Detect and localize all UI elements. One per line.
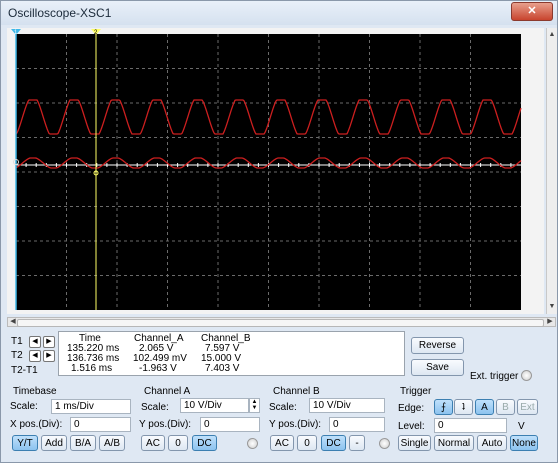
channel-b-ypos-field[interactable]: 0 [329,417,385,432]
t2-left-icon[interactable]: ◀ [29,350,41,362]
timebase-heading: Timebase [13,386,57,397]
title-bar: Oscilloscope-XSC1 ✕ [1,1,557,25]
channel-a-scale-spinner[interactable]: ▲ ▼ [249,398,260,413]
channel-b-ac-button[interactable]: AC [270,435,294,451]
rising-edge-icon[interactable]: ⨍ [434,399,453,415]
trigger-source-ext-button[interactable]: Ext [517,399,538,415]
trigger-auto-button[interactable]: Auto [477,435,507,451]
trigger-level-unit: V [518,421,525,432]
mode-add-button[interactable]: Add [41,435,67,451]
t1-left-icon[interactable]: ◀ [29,336,41,348]
delta-time: 1.516 ms [71,363,113,374]
t2-right-icon[interactable]: ▶ [43,350,55,362]
delta-channel-a: -1.963 V [139,363,177,374]
x-pos-label: X pos.(Div): [10,419,63,430]
scroll-right-icon[interactable]: ▶ [545,317,555,327]
t1-row-label: T1 [11,336,23,347]
channel-a-scale-field[interactable]: 10 V/Div [180,398,249,413]
trigger-none-button[interactable]: None [510,435,538,451]
channel-a-ypos-field[interactable]: 0 [200,417,260,432]
channel-a-ypos-label: Y pos.(Div): [139,419,192,430]
trigger-source-a-button[interactable]: A [475,399,494,415]
oscilloscope-screen[interactable]: 1 2 [7,28,544,314]
oscilloscope-window: Oscilloscope-XSC1 ✕ 1 2 ▲ ▼ ◀ ▶ T1 ◀ ▶ T… [0,0,558,463]
delta-channel-b: 7.403 V [205,363,240,374]
x-pos-field[interactable]: 0 [70,417,131,432]
mode-ab-button[interactable]: A/B [99,435,125,451]
trigger-level-label: Level: [398,421,425,432]
channel-a-scale-label: Scale: [141,402,169,413]
t1-right-icon[interactable]: ▶ [43,336,55,348]
scrollbar-thumb[interactable] [17,319,544,327]
channel-b-radio[interactable] [379,438,390,449]
trigger-source-b-button[interactable]: B [496,399,515,415]
close-button[interactable]: ✕ [511,2,553,21]
ext-trigger-radio[interactable] [521,370,532,381]
mode-yt-button[interactable]: Y/T [12,435,38,451]
channel-b-dc-button[interactable]: DC [321,435,346,451]
scroll-up-icon[interactable]: ▲ [547,30,557,40]
t2-row-label: T2 [11,350,23,361]
channel-b-heading: Channel B [273,386,320,397]
ext-trigger-label: Ext. trigger [470,371,519,382]
channel-a-dc-button[interactable]: DC [192,435,217,451]
trigger-level-field[interactable]: 0 [434,418,507,433]
save-button[interactable]: Save [411,359,464,376]
trigger-heading: Trigger [400,386,432,397]
reverse-button[interactable]: Reverse [411,337,464,354]
channel-a-zero-button[interactable]: 0 [168,435,188,451]
window-title: Oscilloscope-XSC1 [8,6,112,20]
channel-a-heading: Channel A [144,386,191,397]
channel-b-zero-button[interactable]: 0 [297,435,317,451]
channel-a-radio[interactable] [247,438,258,449]
trigger-normal-button[interactable]: Normal [434,435,474,451]
timebase-scale-field[interactable]: 1 ms/Div [51,399,131,414]
channel-b-ypos-label: Y pos.(Div): [269,419,322,430]
trigger-single-button[interactable]: Single [398,435,431,451]
horizontal-scrollbar[interactable]: ◀ ▶ [7,317,556,327]
mode-ba-button[interactable]: B/A [70,435,96,451]
scroll-down-icon[interactable]: ▼ [547,302,557,312]
falling-edge-icon[interactable]: ʇ [454,399,473,415]
cursor-readout-table: Time Channel_A Channel_B 135.220 ms 2.06… [58,331,405,376]
trigger-edge-label: Edge: [398,403,425,414]
channel-a-ac-button[interactable]: AC [141,435,165,451]
channel-b-minus-button[interactable]: - [349,435,365,451]
channel-b-scale-label: Scale: [269,402,297,413]
timebase-scale-label: Scale: [10,401,38,412]
channel-b-scale-field[interactable]: 10 V/Div [309,398,385,413]
vertical-scrollbar[interactable]: ▲ ▼ [546,28,557,314]
t2-t1-row-label: T2-T1 [11,365,38,376]
